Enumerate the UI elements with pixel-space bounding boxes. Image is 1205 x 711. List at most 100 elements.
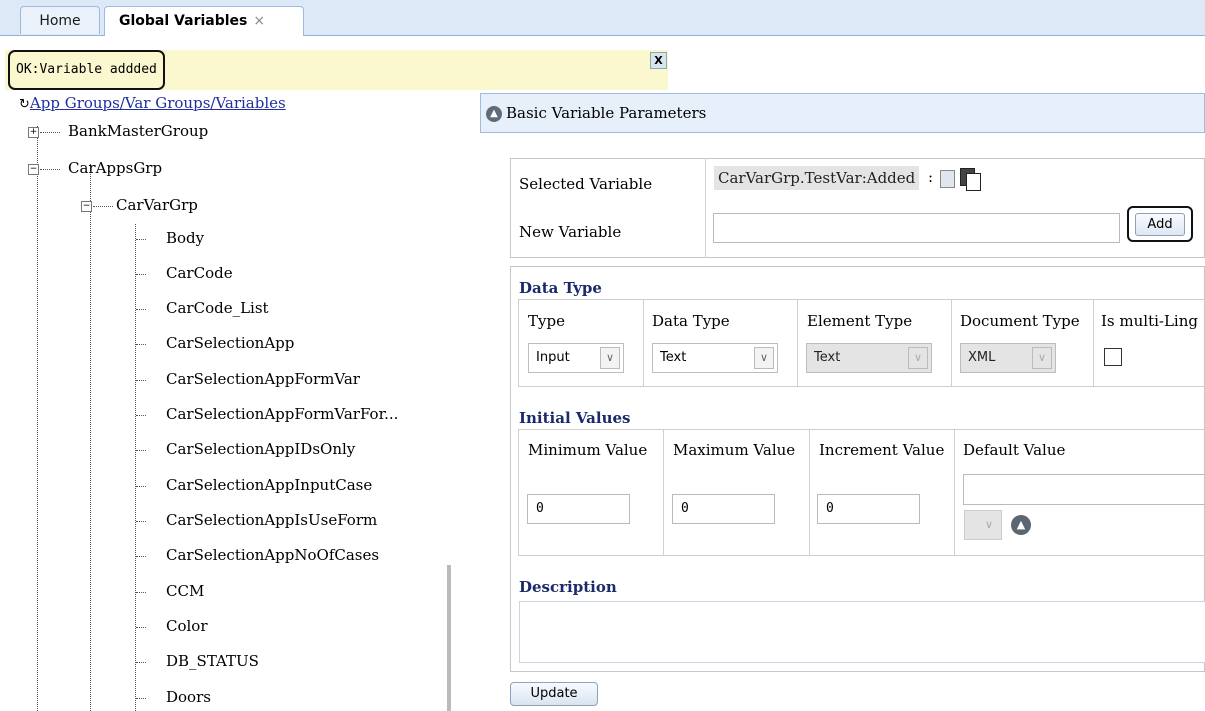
new-variable-label: New Variable: [519, 223, 622, 241]
tree-node-variable[interactable]: CarSelectionAppNoOfCases: [166, 546, 379, 564]
tree-node-variable[interactable]: DB_STATUS: [166, 652, 259, 670]
divider: [705, 158, 706, 258]
chevron-up-circle-icon[interactable]: ▲: [1011, 515, 1031, 535]
tab-close-icon[interactable]: ×: [253, 13, 265, 29]
refresh-icon[interactable]: ↻: [19, 97, 30, 112]
document-type-select: XML ∨: [960, 343, 1056, 373]
tree-connector: [136, 662, 146, 663]
tree-node-var-group[interactable]: CarVarGrp: [116, 196, 198, 214]
tree-node-group[interactable]: CarAppsGrp: [68, 159, 162, 177]
copy-icon[interactable]: [940, 170, 955, 188]
document-type-select-value: XML: [968, 350, 996, 365]
increment-value-input[interactable]: 0: [817, 494, 920, 524]
notification-close-button[interactable]: X: [650, 52, 667, 69]
tree-node-variable[interactable]: Color: [166, 617, 208, 635]
selected-variable-text: CarVarGrp.TestVar:Added: [718, 169, 916, 187]
chevron-up-circle-icon[interactable]: ▲: [486, 106, 502, 122]
col-maximum-value: Maximum Value: [673, 441, 796, 459]
tree-connector: [136, 380, 146, 381]
tree-connector: [136, 521, 146, 522]
chevron-down-icon: ∨: [600, 347, 620, 369]
col-minimum-value: Minimum Value: [528, 441, 648, 459]
collapse-icon[interactable]: −: [81, 201, 92, 212]
divider: [518, 299, 1205, 300]
tree-connector: [136, 274, 146, 275]
maximum-value-input[interactable]: 0: [672, 494, 775, 524]
tree-connector: [136, 239, 146, 240]
chevron-down-icon: ∨: [984, 518, 994, 531]
tree-node-variable[interactable]: CarSelectionAppInputCase: [166, 476, 372, 494]
chevron-down-icon: ∨: [1032, 347, 1052, 369]
tree-node-variable[interactable]: CarSelectionAppFormVar: [166, 370, 360, 388]
data-type-select-value: Text: [660, 350, 687, 365]
tree-connector: [136, 698, 146, 699]
tree-node-group[interactable]: BankMasterGroup: [68, 122, 208, 140]
tree-connector: [40, 132, 60, 133]
expand-icon[interactable]: +: [28, 127, 39, 138]
default-value-input[interactable]: [963, 474, 1205, 505]
description-textarea[interactable]: [519, 601, 1205, 663]
tree-node-variable[interactable]: CCM: [166, 582, 204, 600]
initial-values-title: Initial Values: [519, 409, 631, 427]
divider: [518, 299, 519, 386]
tree-node-variable[interactable]: CarSelectionAppFormVarFor...: [166, 405, 398, 423]
is-multilingual-checkbox[interactable]: [1104, 348, 1122, 366]
variable-tree: ↻App Groups/Var Groups/Variables + BankM…: [0, 92, 455, 711]
description-title: Description: [519, 578, 617, 596]
panel-header[interactable]: ▲ Basic Variable Parameters: [480, 93, 1205, 133]
tree-node-variable[interactable]: CarCode: [166, 264, 233, 282]
col-is-multilingual: Is multi-Ling: [1101, 312, 1198, 330]
selected-variable-separator: :: [928, 168, 934, 186]
type-select-value: Input: [536, 350, 570, 365]
divider: [663, 429, 664, 555]
add-button[interactable]: Add: [1127, 206, 1193, 242]
tab-global-variables[interactable]: Global Variables ×: [104, 6, 304, 36]
tree-node-variable[interactable]: Doors: [166, 688, 211, 706]
col-data-type: Data Type: [652, 312, 730, 330]
divider: [954, 429, 955, 555]
chevron-down-icon: ∨: [754, 347, 774, 369]
tree-root-link[interactable]: App Groups/Var Groups/Variables: [30, 94, 286, 112]
tree-node-variable[interactable]: CarCode_List: [166, 299, 269, 317]
tree-connector: [93, 206, 113, 207]
divider: [951, 299, 952, 386]
tree-node-variable[interactable]: Body: [166, 229, 204, 247]
add-button-label: Add: [1135, 213, 1185, 236]
divider: [809, 429, 810, 555]
tree-guide: [37, 126, 38, 711]
tree-guide: [90, 164, 91, 711]
col-increment-value: Increment Value: [819, 441, 945, 459]
tree-root: ↻App Groups/Var Groups/Variables: [19, 94, 286, 112]
divider: [518, 555, 1205, 556]
collapse-icon[interactable]: −: [28, 164, 39, 175]
col-default-value: Default Value: [963, 441, 1066, 459]
divider: [518, 386, 1205, 387]
col-element-type: Element Type: [807, 312, 913, 330]
tab-home[interactable]: Home: [20, 6, 100, 34]
tree-node-variable[interactable]: CarSelectionAppIsUseForm: [166, 511, 377, 529]
tree-connector: [136, 592, 146, 593]
notification-bar: OK:Variable addded X: [5, 50, 668, 90]
tree-connector: [136, 627, 146, 628]
divider: [518, 429, 1205, 430]
data-type-select[interactable]: Text ∨: [652, 343, 778, 373]
paste-icon-overlay: [966, 173, 981, 191]
divider: [643, 299, 644, 386]
default-value-select: ∨: [964, 510, 1002, 540]
tree-scrollbar[interactable]: [447, 565, 451, 711]
col-type: Type: [528, 312, 565, 330]
element-type-select: Text ∨: [806, 343, 932, 373]
type-select[interactable]: Input ∨: [528, 343, 624, 373]
tree-node-variable[interactable]: CarSelectionApp: [166, 334, 294, 352]
tree-guide: [135, 224, 136, 711]
tree-node-variable[interactable]: CarSelectionAppIDsOnly: [166, 440, 355, 458]
minimum-value-input[interactable]: 0: [527, 494, 630, 524]
tree-connector: [136, 450, 146, 451]
update-button[interactable]: Update: [510, 682, 598, 706]
tree-connector: [136, 556, 146, 557]
col-document-type: Document Type: [960, 312, 1080, 330]
selected-variable-label: Selected Variable: [519, 175, 653, 193]
tree-connector: [40, 169, 60, 170]
new-variable-input[interactable]: [713, 213, 1120, 243]
selected-variable-value: CarVarGrp.TestVar:Added: [714, 166, 920, 190]
